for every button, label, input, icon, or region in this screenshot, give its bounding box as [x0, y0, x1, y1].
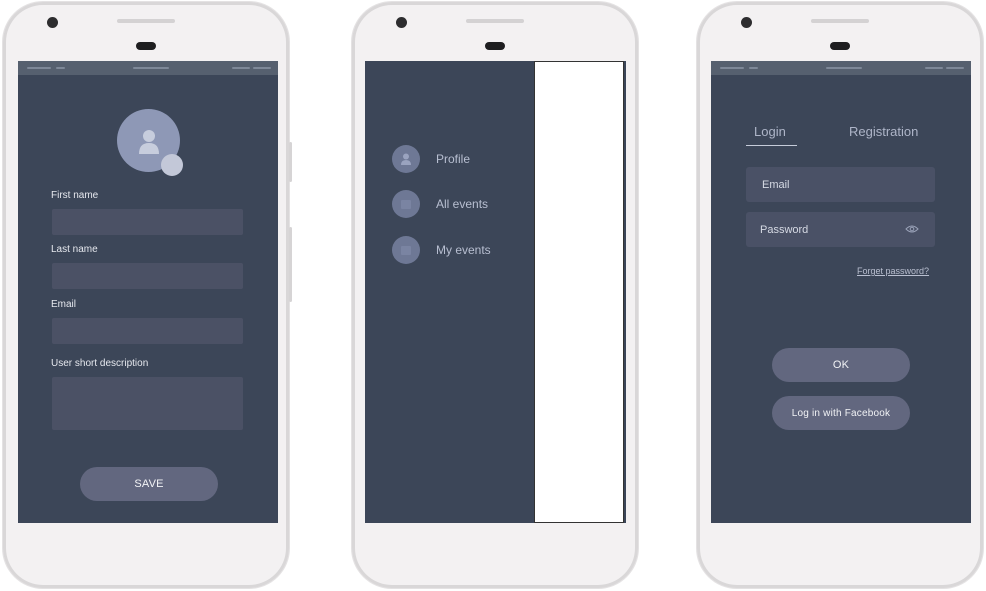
description-textarea[interactable]: [52, 377, 243, 430]
eye-icon[interactable]: [905, 224, 919, 234]
camera-icon: [47, 17, 58, 28]
email-input[interactable]: Email: [746, 167, 935, 202]
side-button: [289, 227, 292, 302]
phone-top-line: [811, 19, 869, 23]
user-icon: [138, 129, 159, 154]
status-bar: [18, 61, 278, 75]
menu-item-label: My events: [436, 243, 491, 257]
ok-button[interactable]: OK: [772, 348, 910, 382]
camera-icon: [396, 17, 407, 28]
login-screen: Login Registration Email Password Forget…: [711, 61, 971, 523]
first-name-field[interactable]: [52, 209, 243, 235]
last-name-label: Last name: [51, 244, 98, 255]
email-placeholder: Email: [762, 178, 790, 191]
facebook-login-button[interactable]: Log in with Facebook: [772, 396, 910, 430]
last-name-field[interactable]: [52, 263, 243, 289]
phone-profile: First name Last name Email User short de…: [3, 2, 292, 588]
menu-screen: Profile All events My events: [365, 61, 626, 523]
save-button[interactable]: SAVE: [80, 467, 218, 501]
active-tab-indicator: [746, 145, 797, 146]
description-label: User short description: [51, 358, 149, 369]
tab-registration[interactable]: Registration: [849, 124, 918, 139]
menu-item-my-events[interactable]: My events: [392, 236, 491, 264]
tab-login[interactable]: Login: [754, 124, 786, 139]
phone-login: Login Registration Email Password Forget…: [697, 2, 983, 588]
password-placeholder: Password: [760, 223, 809, 236]
email-label: Email: [51, 299, 77, 310]
drawer-overlay[interactable]: [534, 61, 624, 523]
events-icon: [392, 190, 420, 218]
speaker-icon: [136, 42, 156, 50]
phone-menu: Profile All events My events: [352, 2, 638, 588]
menu-item-label: All events: [436, 197, 489, 211]
menu-item-label: Profile: [436, 152, 471, 166]
navigation-drawer: Profile All events My events: [365, 61, 534, 523]
phone-top-line: [466, 19, 524, 23]
forgot-password-link[interactable]: Forget password?: [857, 266, 929, 276]
email-field[interactable]: [52, 318, 243, 344]
profile-screen: First name Last name Email User short de…: [18, 61, 278, 523]
status-bar: [711, 61, 971, 75]
user-icon: [392, 145, 420, 173]
password-input[interactable]: Password: [746, 212, 935, 247]
side-button: [289, 142, 292, 182]
menu-item-all-events[interactable]: All events: [392, 190, 488, 218]
camera-icon: [741, 17, 752, 28]
speaker-icon: [830, 42, 850, 50]
my-events-icon: [392, 236, 420, 264]
speaker-icon: [485, 42, 505, 50]
phone-top-line: [117, 19, 175, 23]
add-photo-button[interactable]: [161, 154, 183, 176]
menu-item-profile[interactable]: Profile: [392, 145, 470, 173]
first-name-label: First name: [51, 190, 99, 201]
